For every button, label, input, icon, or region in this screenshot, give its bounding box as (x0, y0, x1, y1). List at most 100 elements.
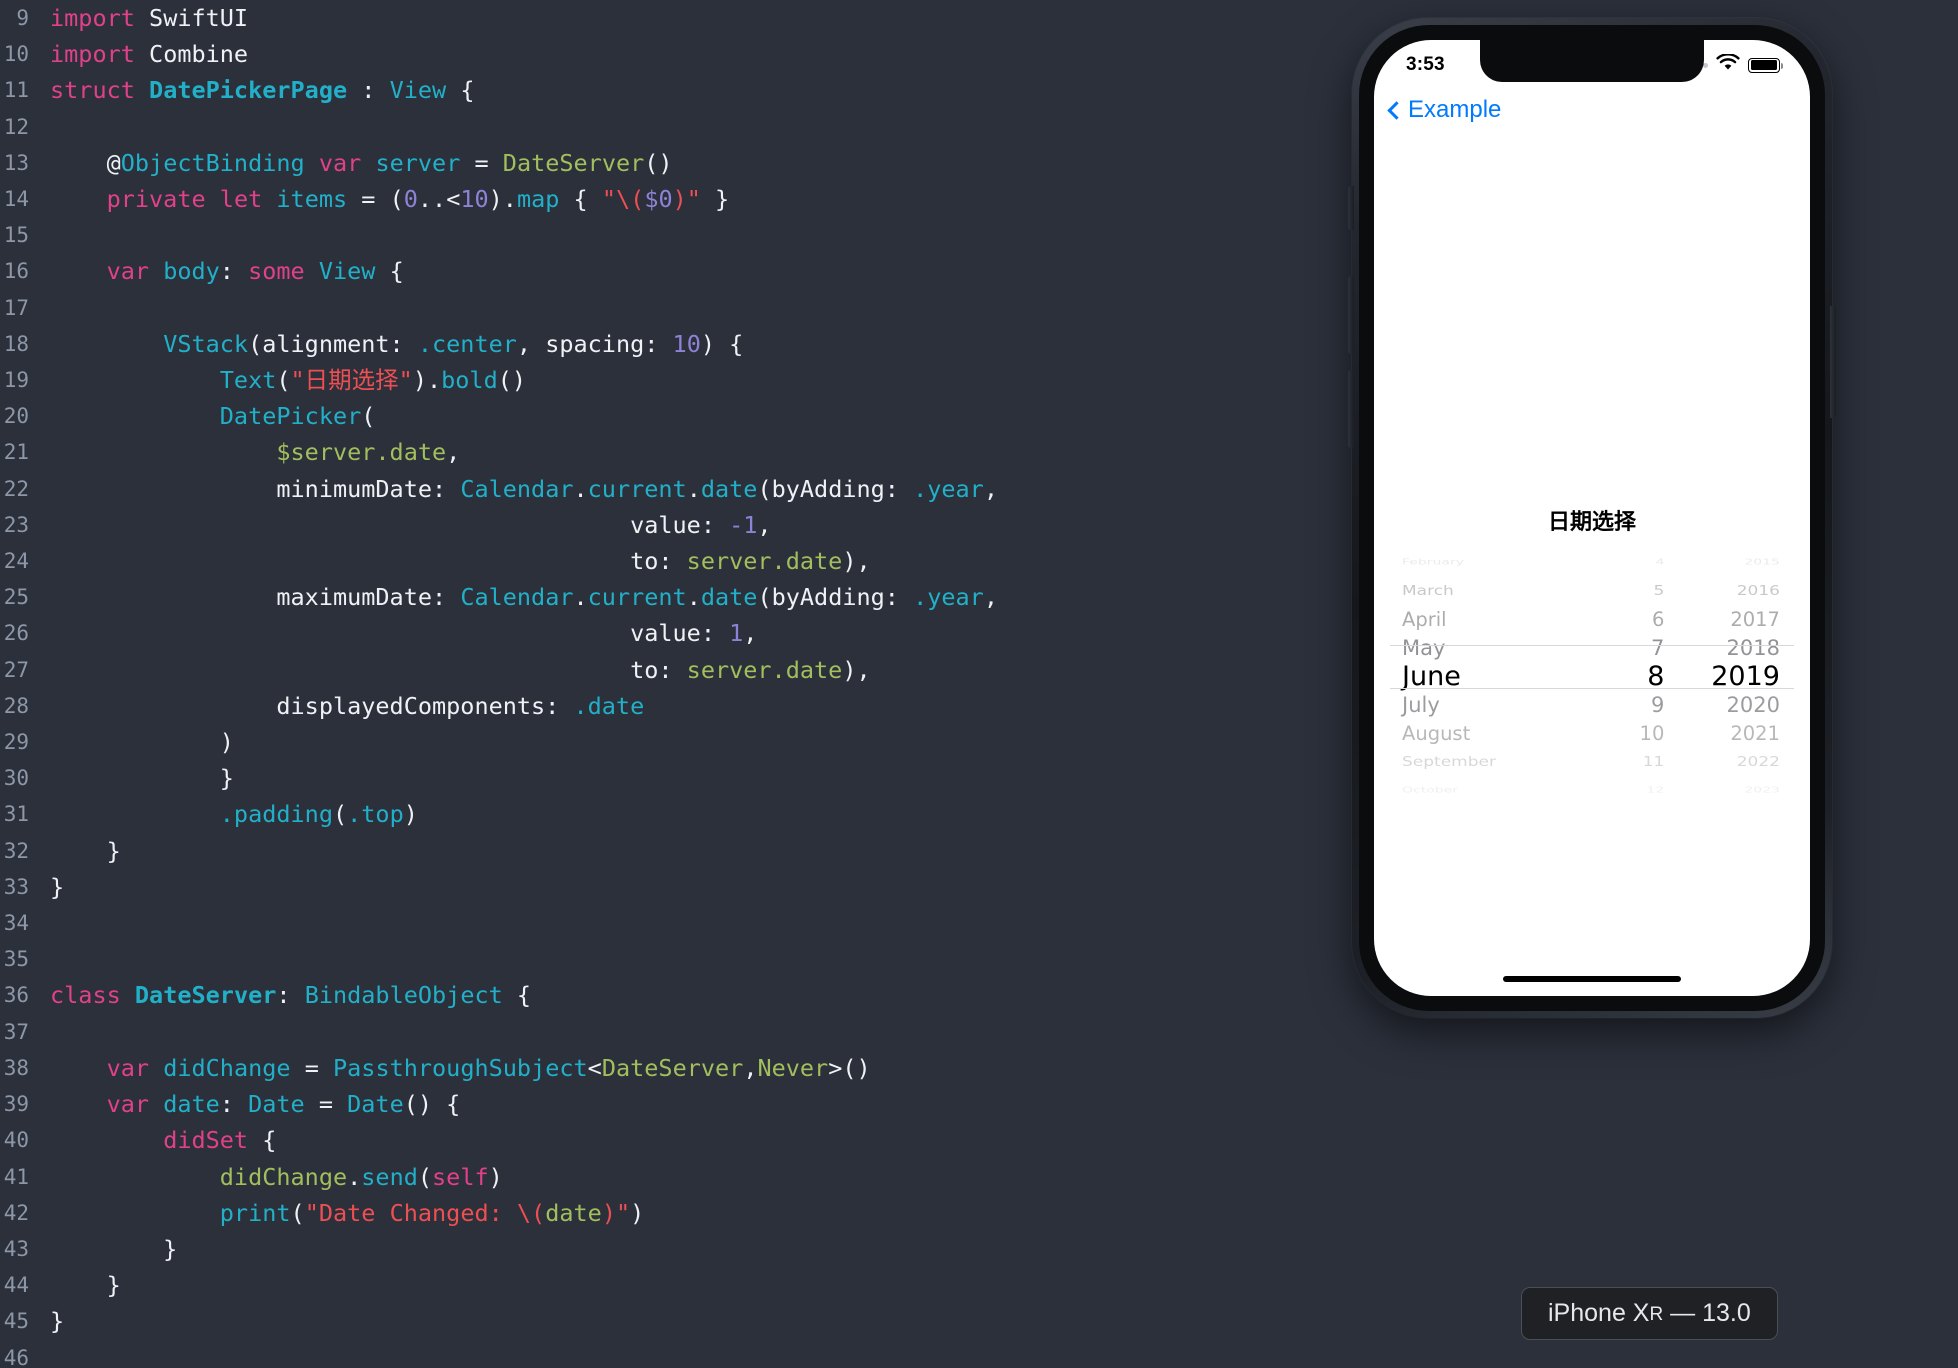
code-line[interactable]: 42 print("Date Changed: \(date)") (0, 1195, 1340, 1231)
code-line-text[interactable]: Text("日期选择").bold() (40, 362, 1340, 398)
code-line-text[interactable] (40, 1340, 1340, 1368)
day-option[interactable]: 7 (1584, 634, 1675, 663)
code-line-text[interactable]: print("Date Changed: \(date)") (40, 1195, 1340, 1231)
code-line-text[interactable]: displayedComponents: .date (40, 688, 1340, 724)
code-line[interactable]: 32 } (0, 833, 1340, 869)
code-line[interactable]: 14 private let items = (0..<10).map { "\… (0, 181, 1340, 217)
code-line[interactable]: 29 ) (0, 724, 1340, 760)
code-line[interactable]: 18 VStack(alignment: .center, spacing: 1… (0, 326, 1340, 362)
code-line-text[interactable]: var didChange = PassthroughSubject<DateS… (40, 1050, 1340, 1086)
code-line-text[interactable]: DatePicker( (40, 398, 1340, 434)
silent-switch-button[interactable] (1348, 186, 1354, 230)
month-option[interactable]: September (1386, 751, 1584, 773)
code-line[interactable]: 35 (0, 941, 1340, 977)
code-line[interactable]: 37 (0, 1014, 1340, 1050)
picker-column-day[interactable]: 4 5 6 7 8 9 10 11 12 (1584, 548, 1675, 795)
month-option[interactable]: May (1386, 634, 1584, 663)
year-option[interactable]: 2017 (1674, 605, 1798, 634)
year-option[interactable]: 2022 (1674, 751, 1798, 773)
code-line-text[interactable] (40, 290, 1340, 326)
iphone-simulator-window[interactable]: 3:53 Example 日期选择 February March April M… (1348, 18, 1836, 1018)
day-option[interactable]: 11 (1584, 751, 1675, 773)
month-option[interactable]: February (1386, 554, 1584, 570)
code-line[interactable]: 44 } (0, 1267, 1340, 1303)
month-option[interactable]: October (1386, 782, 1584, 798)
code-line[interactable]: 38 var didChange = PassthroughSubject<Da… (0, 1050, 1340, 1086)
power-button[interactable] (1830, 306, 1836, 418)
volume-down-button[interactable] (1348, 370, 1354, 448)
code-line[interactable]: 9 import SwiftUI (0, 0, 1340, 36)
code-line-text[interactable]: $server.date, (40, 434, 1340, 470)
back-button[interactable]: Example (1387, 96, 1501, 124)
code-line[interactable]: 24 to: server.date), (0, 543, 1340, 579)
day-option[interactable]: 5 (1584, 580, 1675, 602)
year-option[interactable]: 2016 (1674, 580, 1798, 602)
code-line[interactable]: 41 didChange.send(self) (0, 1159, 1340, 1195)
code-line[interactable]: 46 (0, 1340, 1340, 1368)
code-line-text[interactable] (40, 905, 1340, 941)
code-line[interactable]: 12 (0, 109, 1340, 145)
code-line-text[interactable]: import SwiftUI (40, 0, 1340, 36)
code-line[interactable]: 40 didSet { (0, 1122, 1340, 1158)
code-line-text[interactable]: var date: Date = Date() { (40, 1086, 1340, 1122)
code-line-text[interactable]: didSet { (40, 1122, 1340, 1158)
code-line-text[interactable]: private let items = (0..<10).map { "\($0… (40, 181, 1340, 217)
code-line[interactable]: 16 var body: some View { (0, 253, 1340, 289)
code-line[interactable]: 22 minimumDate: Calendar.current.date(by… (0, 471, 1340, 507)
day-option[interactable]: 10 (1584, 719, 1675, 748)
code-line-text[interactable]: to: server.date), (40, 652, 1340, 688)
code-line-text[interactable]: @ObjectBinding var server = DateServer() (40, 145, 1340, 181)
year-option[interactable]: 2023 (1674, 782, 1798, 798)
code-line-text[interactable]: var body: some View { (40, 253, 1340, 289)
code-line-text[interactable]: to: server.date), (40, 543, 1340, 579)
code-line[interactable]: 25 maximumDate: Calendar.current.date(by… (0, 579, 1340, 615)
code-line-text[interactable]: maximumDate: Calendar.current.date(byAdd… (40, 579, 1340, 615)
year-option[interactable]: 2020 (1674, 691, 1798, 720)
code-line-text[interactable]: VStack(alignment: .center, spacing: 10) … (40, 326, 1340, 362)
code-line[interactable]: 45} (0, 1303, 1340, 1339)
code-line-text[interactable] (40, 941, 1340, 977)
code-line-text[interactable]: } (40, 833, 1340, 869)
code-line-text[interactable]: value: 1, (40, 615, 1340, 651)
code-line-text[interactable]: didChange.send(self) (40, 1159, 1340, 1195)
code-line-text[interactable]: ) (40, 724, 1340, 760)
device-screen[interactable]: 3:53 Example 日期选择 February March April M… (1374, 40, 1810, 996)
code-line[interactable]: 27 to: server.date), (0, 652, 1340, 688)
code-line-text[interactable]: } (40, 1267, 1340, 1303)
code-line[interactable]: 20 DatePicker( (0, 398, 1340, 434)
month-option[interactable]: April (1386, 605, 1584, 634)
code-line[interactable]: 23 value: -1, (0, 507, 1340, 543)
picker-column-month[interactable]: February March April May June July August Septe… (1386, 548, 1584, 795)
code-line[interactable]: 11 struct DatePickerPage : View { (0, 72, 1340, 108)
month-option[interactable]: July (1386, 691, 1584, 720)
code-line[interactable]: 31 .padding(.top) (0, 796, 1340, 832)
volume-up-button[interactable] (1348, 276, 1354, 354)
code-line-text[interactable]: struct DatePickerPage : View { (40, 72, 1340, 108)
code-line-text[interactable]: } (40, 1303, 1340, 1339)
code-line[interactable]: 34 (0, 905, 1340, 941)
year-option[interactable]: 2015 (1674, 554, 1798, 570)
code-line[interactable]: 36 class DateServer: BindableObject { (0, 977, 1340, 1013)
code-line-text[interactable] (40, 1014, 1340, 1050)
code-line-text[interactable]: minimumDate: Calendar.current.date(byAdd… (40, 471, 1340, 507)
date-picker[interactable]: February March April May June July August Septe… (1386, 548, 1798, 795)
code-line[interactable]: 28 displayedComponents: .date (0, 688, 1340, 724)
code-line-text[interactable]: import Combine (40, 36, 1340, 72)
code-line[interactable]: 30 } (0, 760, 1340, 796)
code-line[interactable]: 15 (0, 217, 1340, 253)
code-line[interactable]: 39 var date: Date = Date() { (0, 1086, 1340, 1122)
code-line[interactable]: 10 import Combine (0, 36, 1340, 72)
code-line-text[interactable] (40, 109, 1340, 145)
year-option[interactable]: 2018 (1674, 634, 1798, 663)
code-line[interactable]: 33} (0, 869, 1340, 905)
code-line-text[interactable] (40, 217, 1340, 253)
month-option[interactable]: March (1386, 580, 1584, 602)
code-line[interactable]: 43 } (0, 1231, 1340, 1267)
year-selected[interactable]: 2019 (1674, 661, 1798, 692)
day-option[interactable]: 9 (1584, 691, 1675, 720)
day-option[interactable]: 4 (1584, 554, 1675, 570)
day-option[interactable]: 6 (1584, 605, 1675, 634)
day-option[interactable]: 12 (1584, 782, 1675, 798)
code-line[interactable]: 13 @ObjectBinding var server = DateServe… (0, 145, 1340, 181)
code-line[interactable]: 26 value: 1, (0, 615, 1340, 651)
